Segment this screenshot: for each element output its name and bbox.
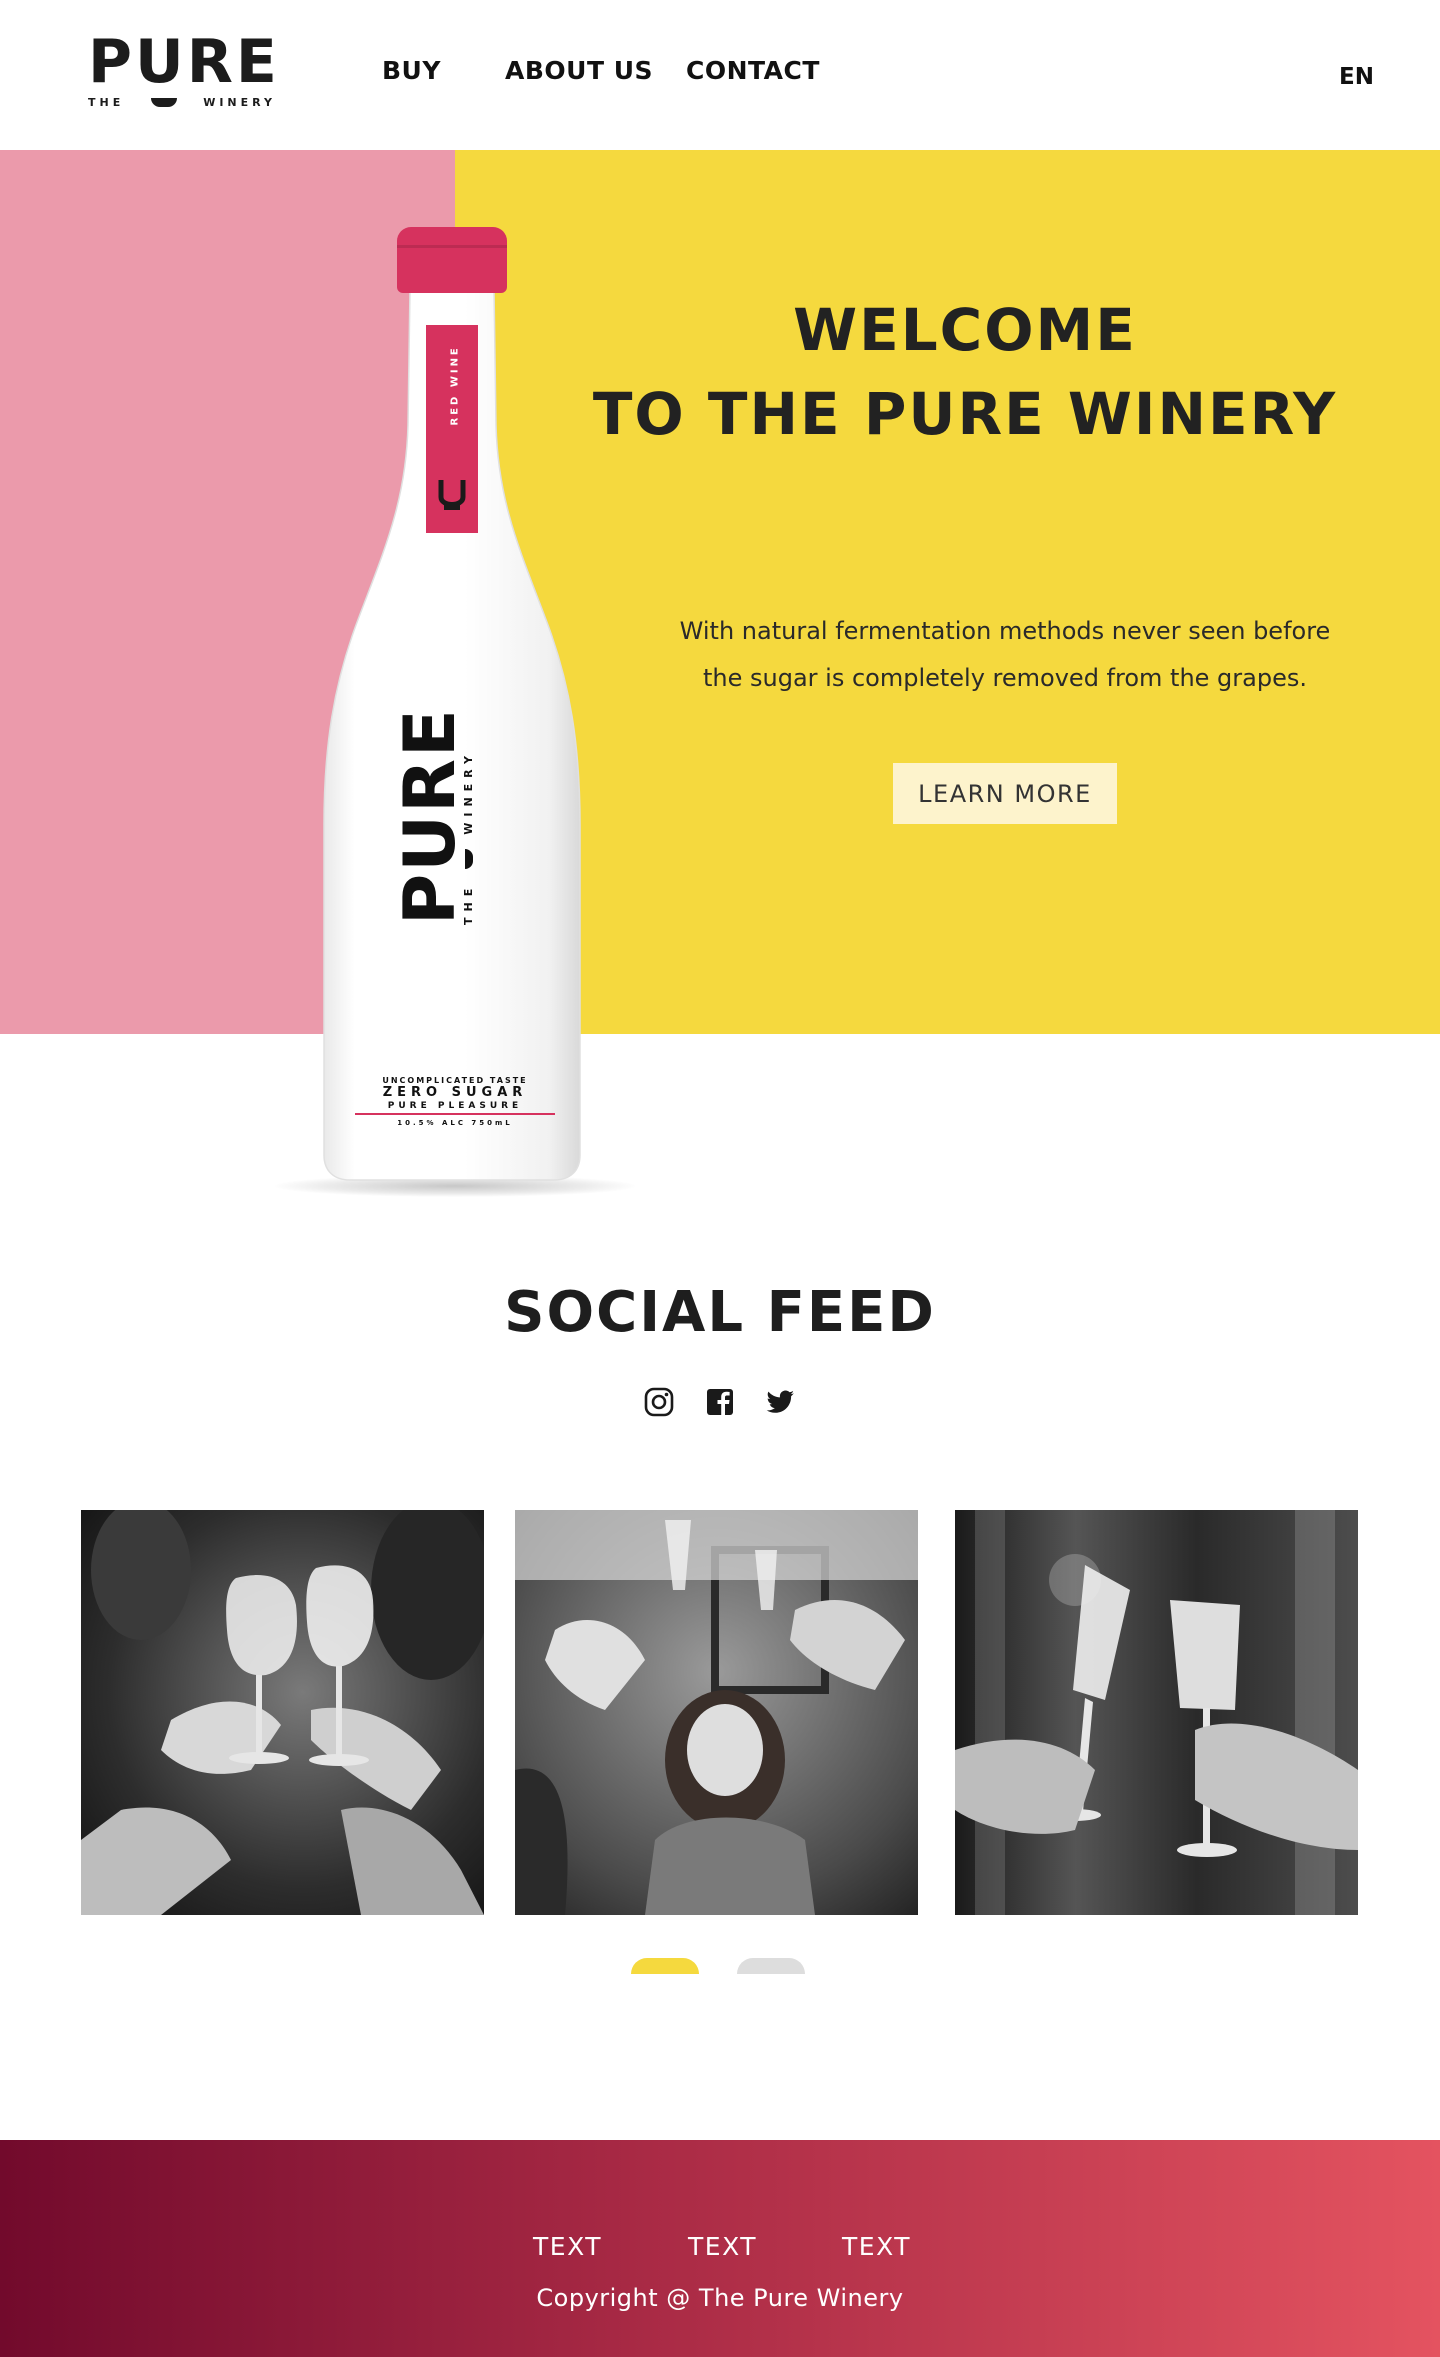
site-footer: TEXT TEXT TEXT Copyright @ The Pure Wine… (0, 2140, 1440, 2357)
nav-link-contact[interactable]: CONTACT (686, 56, 820, 85)
nav-link-buy[interactable]: BUY (382, 56, 441, 85)
carousel-dot-active[interactable] (631, 1958, 699, 1974)
logo-sub-right: WINERY (203, 96, 276, 109)
hero-title-line1: WELCOME (793, 296, 1137, 364)
bottle-neck-label: RED WINE (449, 345, 461, 426)
celebration-photo-image (515, 1510, 918, 1915)
nav-link-about-us[interactable]: ABOUT US (505, 56, 653, 85)
social-photo-2[interactable] (515, 1510, 918, 1915)
hero-title-line2: TO THE PURE WINERY (592, 380, 1338, 448)
social-feed-title: SOCIAL FEED (504, 1280, 936, 1345)
site-header: PURE THE WINERY BUY ABOUT US CONTACT EN (0, 0, 1440, 150)
bottle-brand-sub-right: WINERY (462, 749, 475, 835)
footer-link-2[interactable]: TEXT (688, 2232, 757, 2261)
language-selector[interactable]: EN (1339, 64, 1374, 90)
bottle-brand: PURE THE WINERY (389, 685, 478, 925)
logo-subtitle: THE WINERY (88, 96, 276, 109)
footer-link-3[interactable]: TEXT (842, 2232, 911, 2261)
social-photo-3[interactable] (955, 1510, 1358, 1915)
hero-subtitle: With natural fermentation methods never … (620, 608, 1390, 702)
wine-glass-icon (464, 848, 473, 869)
carousel-dot[interactable] (737, 1958, 805, 1974)
hero-title: WELCOME TO THE PURE WINERY (565, 288, 1365, 456)
bottle-cap (397, 227, 507, 293)
facebook-icon[interactable] (704, 1386, 736, 1418)
wine-bottle-image: RED WINE PURE THE WINERY UNCOMPLICATED T… (270, 225, 640, 1210)
bottle-tagline-3: PURE PLEASURE (355, 1101, 555, 1115)
champagne-photo-image (955, 1510, 1358, 1915)
bottle-brand-sub-left: THE (462, 882, 475, 925)
bottle-tagline-1: UNCOMPLICATED TASTE (382, 1076, 528, 1085)
logo-sub-left: THE (88, 96, 125, 109)
toast-photo-image (81, 1510, 484, 1915)
footer-link-1[interactable]: TEXT (533, 2232, 602, 2261)
bottle-specs: 10.5% ALC 750mL (397, 1119, 513, 1127)
hero-subtitle-line1: With natural fermentation methods never … (679, 617, 1331, 645)
social-icons (640, 1386, 800, 1422)
bottle-label-text: UNCOMPLICATED TASTE ZERO SUGAR PURE PLEA… (355, 1076, 555, 1127)
wine-glass-icon (150, 98, 177, 107)
social-photo-1[interactable] (81, 1510, 484, 1915)
logo[interactable]: PURE THE WINERY (88, 32, 278, 112)
copyright-text: Copyright @ The Pure Winery (536, 2284, 904, 2312)
bottle-tagline-2: ZERO SUGAR (382, 1085, 528, 1100)
hero-subtitle-line2: the sugar is completely removed from the… (702, 664, 1307, 692)
twitter-icon[interactable] (764, 1386, 796, 1418)
logo-word: PURE (88, 27, 280, 97)
instagram-icon[interactable] (643, 1386, 675, 1418)
bottle-brand-sub: THE WINERY (462, 750, 475, 925)
bottle-brand-word: PURE (389, 707, 471, 925)
learn-more-button[interactable]: LEARN MORE (893, 763, 1117, 824)
